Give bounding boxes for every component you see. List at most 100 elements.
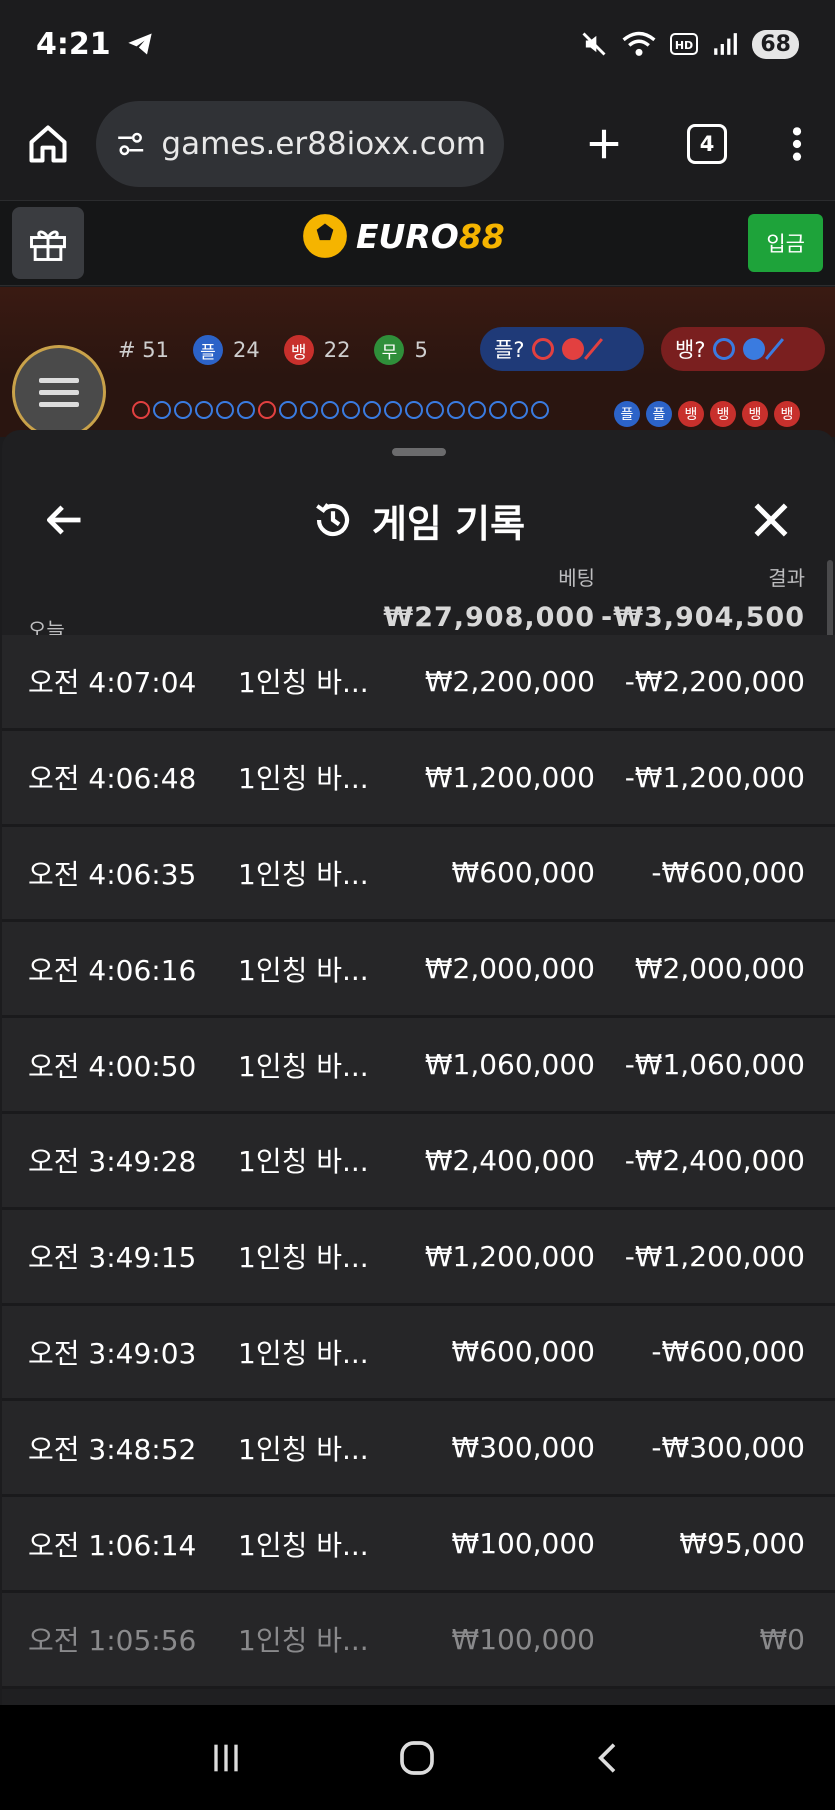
svg-text:HD: HD (675, 39, 693, 52)
row-time: 오전 3:48:52 (28, 1432, 197, 1466)
row-result: -₩300,000 (651, 1431, 805, 1465)
row-game: 1인칭 바... (238, 1432, 369, 1466)
banker-predict-label: 뱅? (675, 338, 706, 362)
site-logo[interactable]: EURO 88 (300, 211, 505, 261)
bead-banker: 뱅 (774, 401, 800, 427)
deposit-button[interactable]: 입금 (748, 214, 823, 272)
row-game: 1인칭 바... (238, 1336, 369, 1370)
row-bet: ₩600,000 (451, 1335, 595, 1369)
back-button-icon[interactable] (589, 1738, 629, 1778)
row-bet: ₩300,000 (451, 1431, 595, 1465)
row-game: 1인칭 바... (238, 666, 369, 700)
history-row[interactable]: 오전 1:05:56 1인칭 바... ₩100,000 ₩0 (2, 1592, 835, 1689)
row-result: ₩95,000 (679, 1527, 805, 1561)
bet-column-header: 베팅 (558, 566, 595, 590)
home-icon[interactable] (26, 122, 70, 166)
bead-road: 플 플 뱅 뱅 뱅 뱅 (614, 401, 800, 427)
bead-banker: 뱅 (742, 401, 768, 427)
history-icon (316, 503, 350, 537)
status-bar: 4:21 HD 68 (0, 0, 835, 88)
banker-count: 22 (323, 338, 351, 362)
row-time: 오전 4:06:48 (28, 762, 197, 796)
row-bet: ₩1,200,000 (424, 1239, 595, 1273)
more-menu-icon[interactable] (791, 125, 803, 163)
round-stats: # 51 플 24 뱅 22 무 5 (118, 335, 428, 365)
game-menu-button[interactable] (12, 345, 106, 437)
banker-predict-button[interactable]: 뱅? (661, 327, 825, 371)
row-game: 1인칭 바... (238, 1049, 369, 1083)
total-bet: ₩27,908,000 (383, 602, 595, 633)
row-game: 1인칭 바... (238, 857, 369, 891)
system-nav-bar (0, 1705, 835, 1810)
new-tab-icon[interactable] (585, 125, 623, 163)
url-text: games.er88ioxx.com (161, 126, 486, 162)
predict-ring-icon (532, 338, 555, 360)
row-result: -₩1,200,000 (624, 760, 805, 794)
site-settings-icon[interactable] (114, 129, 147, 159)
home-button-icon[interactable] (397, 1738, 437, 1778)
close-icon[interactable] (749, 498, 793, 542)
row-time: 오전 3:49:28 (28, 1145, 197, 1179)
row-time: 오전 4:00:50 (28, 1049, 197, 1083)
row-result: -₩1,060,000 (624, 1048, 805, 1082)
sheet-title: 게임 기록 (371, 501, 526, 546)
row-bet: ₩2,200,000 (424, 664, 595, 698)
history-row[interactable]: 오전 4:06:48 1인칭 바... ₩1,200,000 -₩1,200,0… (2, 730, 835, 827)
row-result: -₩600,000 (651, 1335, 805, 1369)
row-bet: ₩1,060,000 (424, 1048, 595, 1082)
telegram-icon (127, 33, 152, 55)
history-row[interactable]: 오전 4:07:04 1인칭 바... ₩2,200,000 -₩2,200,0… (2, 635, 835, 731)
row-time: 오전 3:49:03 (28, 1336, 197, 1370)
row-result: -₩1,200,000 (624, 1239, 805, 1273)
predict-slash-icon (584, 338, 604, 360)
history-summary: 베팅 결과 오늘 ₩27,908,000 -₩3,904,500 (2, 550, 835, 642)
recent-apps-icon[interactable] (206, 1738, 246, 1778)
player-count: 24 (233, 338, 260, 362)
sheet-drag-handle[interactable] (392, 448, 446, 456)
bead-player: 플 (646, 401, 672, 427)
row-bet: ₩2,400,000 (424, 1143, 595, 1177)
row-game: 1인칭 바... (238, 762, 369, 796)
history-row[interactable]: 오전 3:49:15 1인칭 바... ₩1,200,000 -₩1,200,0… (2, 1209, 835, 1306)
row-time: 오전 1:06:14 (28, 1528, 197, 1562)
row-time: 오전 3:49:15 (28, 1241, 197, 1275)
address-bar[interactable]: games.er88ioxx.com (96, 101, 504, 187)
hd-icon: HD (670, 33, 699, 55)
row-bet: ₩600,000 (451, 856, 595, 890)
history-row[interactable]: 오전 4:00:50 1인칭 바... ₩1,060,000 -₩1,060,0… (2, 1018, 835, 1114)
bead-banker: 뱅 (710, 401, 736, 427)
history-row[interactable]: 오전 1:06:14 1인칭 바... ₩100,000 ₩95,000 (2, 1497, 835, 1593)
history-row[interactable]: 오전 4:06:16 1인칭 바... ₩2,000,000 ₩2,000,00… (2, 922, 835, 1019)
mute-icon (582, 32, 606, 56)
bead-banker: 뱅 (678, 401, 704, 427)
row-time: 오전 4:07:04 (28, 666, 197, 700)
signal-icon (714, 33, 738, 55)
bead-player: 플 (614, 401, 640, 427)
status-time: 4:21 (36, 26, 111, 62)
row-result: -₩2,400,000 (624, 1143, 805, 1177)
back-arrow-icon[interactable] (42, 498, 86, 542)
history-row[interactable]: 오전 4:06:35 1인칭 바... ₩600,000 -₩600,000 (2, 826, 835, 923)
tie-count: 5 (414, 338, 428, 362)
predict-dot-icon (743, 338, 766, 360)
tie-badge: 무 (374, 335, 405, 365)
history-row[interactable]: 오전 3:48:52 1인칭 바... ₩300,000 -₩300,000 (2, 1401, 835, 1498)
player-badge: 플 (193, 335, 223, 365)
result-column-header: 결과 (768, 566, 805, 590)
scrollbar[interactable] (827, 560, 833, 640)
player-predict-button[interactable]: 플? (480, 327, 644, 371)
battery-indicator: 68 (752, 29, 799, 59)
history-row[interactable]: 오전 3:49:28 1인칭 바... ₩2,400,000 -₩2,400,0… (2, 1113, 835, 1210)
big-road (132, 401, 549, 419)
tab-switcher-button[interactable]: 4 (687, 124, 727, 164)
game-history-sheet: 게임 기록 베팅 결과 오늘 ₩27,908,000 -₩3,904,500 오… (2, 430, 835, 1705)
wifi-icon (622, 31, 656, 56)
row-bet: ₩100,000 (451, 1622, 595, 1656)
history-row[interactable]: 오전 3:49:03 1인칭 바... ₩600,000 -₩600,000 (2, 1305, 835, 1402)
round-number: # 51 (118, 338, 169, 362)
predict-ring-icon (713, 338, 736, 360)
gift-button[interactable] (12, 207, 84, 279)
row-time: 오전 4:06:16 (28, 953, 197, 987)
predict-dot-icon (562, 338, 585, 360)
site-header: EURO 88 입금 (0, 200, 835, 286)
